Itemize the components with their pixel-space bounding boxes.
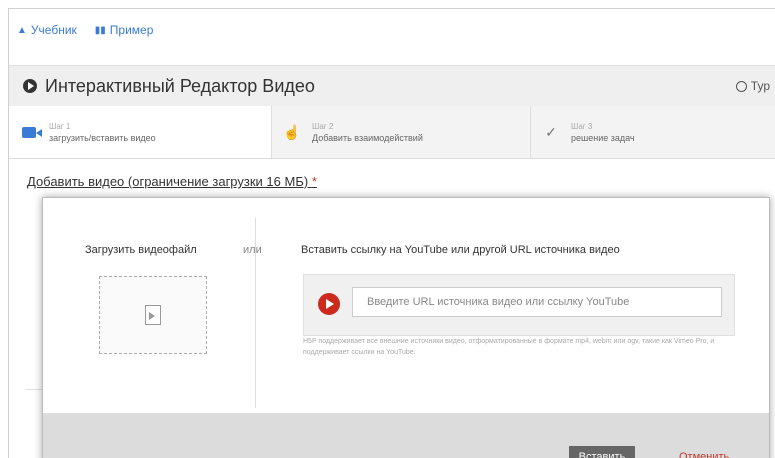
play-circle-icon — [23, 79, 37, 93]
section-title: Добавить видео (ограничение загрузки 16 … — [27, 174, 317, 189]
breadcrumb: ▲ Учебник ▮▮ Пример — [17, 23, 153, 37]
section-title-text: Добавить видео (ограничение загрузки 16 … — [27, 174, 309, 189]
breadcrumb-label: Учебник — [30, 23, 77, 37]
or-separator: или — [243, 244, 262, 256]
tab-step-upload[interactable]: Шаг 1 загрузить/вставить видео — [9, 106, 272, 158]
page-title: Интерактивный Редактор Видео — [45, 75, 315, 96]
url-input-area — [303, 274, 735, 336]
tab-step-tasks[interactable]: ✓ Шаг 3 решение задач — [531, 106, 775, 158]
insert-button[interactable]: Вставить — [569, 446, 635, 458]
breadcrumb-item-example[interactable]: ▮▮ Пример — [95, 23, 154, 37]
step-label: загрузить/вставить видео — [49, 132, 156, 143]
url-hint-text: H5P поддерживает все внешние источники в… — [303, 338, 715, 356]
tour-button[interactable]: Тур — [735, 79, 770, 93]
breadcrumb-label: Пример — [109, 23, 154, 37]
pointer-icon: ☝ — [283, 123, 301, 140]
paste-url-label: Вставить ссылку на YouTube или другой UR… — [301, 244, 620, 256]
video-file-icon — [145, 305, 161, 325]
breadcrumb-item-textbook[interactable]: ▲ Учебник — [17, 23, 77, 37]
step-number: Шаг 3 — [571, 121, 593, 131]
step-number: Шаг 2 — [312, 121, 334, 131]
tree-icon: ▲ — [17, 24, 27, 36]
step-number: Шаг 1 — [49, 121, 71, 131]
upload-column: Загрузить видеофайл — [43, 198, 263, 413]
chart-icon: ▮▮ — [94, 24, 106, 36]
editor-frame: ▲ Учебник ▮▮ Пример Интерактивный Редакт… — [8, 8, 775, 458]
youtube-icon — [318, 293, 340, 315]
required-mark: * — [311, 174, 317, 189]
check-circle-icon: ✓ — [545, 123, 557, 140]
step-label: решение задач — [571, 132, 635, 143]
add-video-dialog: Загрузить видеофайл или Вставить ссылку … — [42, 197, 770, 458]
file-drop-zone[interactable] — [99, 276, 207, 354]
tour-icon — [735, 80, 747, 92]
editor-header: Интерактивный Редактор Видео Тур — [9, 65, 775, 107]
video-url-input[interactable] — [352, 287, 722, 317]
step-tabs: Шаг 1 загрузить/вставить видео ☝ Шаг 2 Д… — [9, 106, 775, 159]
upload-label: Загрузить видеофайл — [85, 244, 197, 256]
video-camera-icon — [19, 124, 42, 140]
tab-step-interactions[interactable]: ☝ Шаг 2 Добавить взаимодействий — [272, 106, 531, 158]
cancel-button[interactable]: Отменить — [679, 446, 729, 458]
step-label: Добавить взаимодействий — [312, 132, 423, 143]
dialog-footer: Вставить Отменить — [43, 413, 769, 458]
column-divider — [255, 218, 256, 408]
tour-label: Тур — [750, 79, 770, 93]
